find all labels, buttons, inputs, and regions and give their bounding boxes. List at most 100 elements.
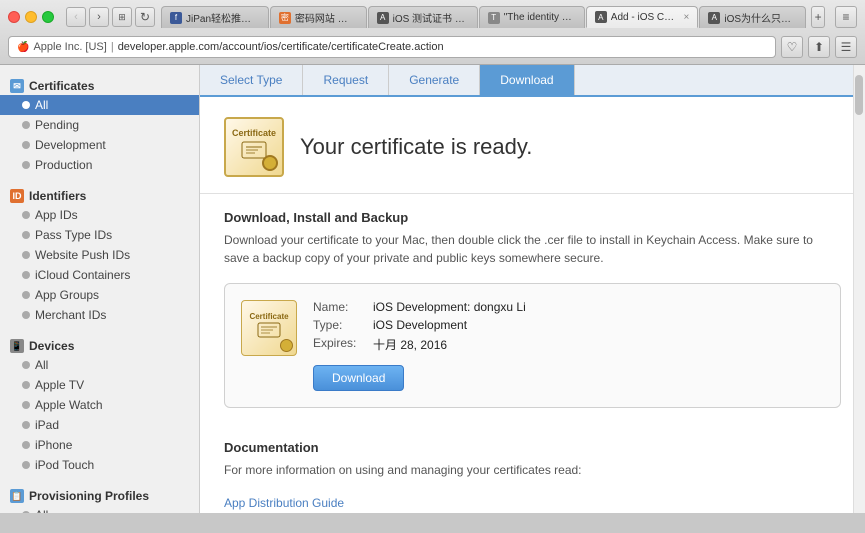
sidebar-dot	[22, 401, 30, 409]
cert-expires-row: Expires: 十月 28, 2016	[313, 336, 824, 353]
close-button[interactable]	[8, 11, 20, 23]
browser-chrome: ‹ › ⊞ ↻ f JiPan轻松推送[发卡售卖][Anr... 密 密码网站 …	[0, 0, 865, 65]
cert-ready-banner: Certificate Your certificate is ready.	[200, 97, 865, 194]
cert-ready-title: Your certificate is ready.	[300, 134, 532, 160]
sidebar-item-app-groups[interactable]: App Groups	[0, 285, 199, 305]
sidebar-item-app-ids[interactable]: App IDs	[0, 205, 199, 225]
cert-type-value: iOS Development	[373, 318, 467, 332]
main-content: ✉ Certificates All Pending Development P…	[0, 65, 865, 513]
sidebar-dot	[22, 141, 30, 149]
sidebar-section-profiles: 📋 Provisioning Profiles	[0, 483, 199, 505]
sidebar-toggle-button[interactable]: ☰	[835, 36, 857, 58]
content-area: Select Type Request Generate Download Ce…	[200, 65, 865, 513]
sidebar-item-ipad[interactable]: iPad	[0, 415, 199, 435]
fullscreen-button[interactable]	[42, 11, 54, 23]
address-prefix: Apple Inc. [US]	[33, 41, 106, 53]
sidebar-dot	[22, 421, 30, 429]
sidebar-item-app-ids-label: App IDs	[35, 208, 78, 222]
cert-details: Name: iOS Development: dongxu Li Type: i…	[313, 300, 824, 391]
new-tab-button[interactable]: +	[811, 6, 825, 28]
sidebar-dot	[22, 381, 30, 389]
doc-section-text: For more information on using and managi…	[224, 461, 841, 479]
sidebar-item-pass-type-ids-label: Pass Type IDs	[35, 228, 112, 242]
window-controls[interactable]: ≡	[835, 6, 857, 28]
sidebar-item-pending[interactable]: Pending	[0, 115, 199, 135]
sidebar-item-iphone[interactable]: iPhone	[0, 435, 199, 455]
sidebar-item-pending-label: Pending	[35, 118, 79, 132]
certificates-icon: ✉	[10, 79, 24, 93]
back-button[interactable]: ‹	[66, 7, 86, 27]
browser-tab-5[interactable]: A Add - iOS Certificates - Appl... ×	[586, 6, 699, 28]
download-section-title: Download, Install and Backup	[224, 210, 841, 225]
sidebar: ✉ Certificates All Pending Development P…	[0, 65, 200, 513]
sidebar-item-all-profiles-label: All	[35, 508, 48, 513]
browser-tab-1[interactable]: f JiPan轻松推送[发卡售卖][Anr...	[161, 6, 269, 28]
tab-favicon-2: 密	[279, 12, 291, 24]
sidebar-section-devices-label: Devices	[29, 339, 74, 353]
browser-tabs: f JiPan轻松推送[发卡售卖][Anr... 密 密码网站 — Lanev3…	[161, 6, 825, 28]
bookmark-button[interactable]: ♡	[781, 36, 803, 58]
identifiers-icon: ID	[10, 189, 24, 203]
step-tabs: Select Type Request Generate Download	[200, 65, 865, 97]
sidebar-item-merchant-ids[interactable]: Merchant IDs	[0, 305, 199, 325]
sidebar-item-ipad-label: iPad	[35, 418, 59, 432]
sidebar-item-pass-type-ids[interactable]: Pass Type IDs	[0, 225, 199, 245]
tab-favicon-5: A	[595, 11, 607, 23]
sidebar-dot	[22, 101, 30, 109]
nav-buttons: ‹ › ⊞ ↻	[66, 7, 155, 27]
step-tab-request[interactable]: Request	[303, 65, 389, 95]
sidebar-section-devices: 📱 Devices	[0, 333, 199, 355]
browser-tab-2[interactable]: 密 密码网站 — Lanev30.Com	[270, 6, 367, 28]
doc-link[interactable]: App Distribution Guide	[224, 496, 344, 510]
step-tab-download[interactable]: Download	[480, 65, 574, 95]
step-tab-download-label: Download	[500, 73, 553, 87]
sidebar-item-merchant-ids-label: Merchant IDs	[35, 308, 106, 322]
cert-icon-large: Certificate	[224, 117, 284, 177]
cert-expires-value: 十月 28, 2016	[373, 336, 447, 353]
refresh-button[interactable]: ↻	[135, 7, 155, 27]
step-tab-request-label: Request	[323, 73, 368, 87]
scroll-thumb[interactable]	[855, 75, 863, 115]
doc-section-title: Documentation	[224, 440, 841, 455]
sidebar-item-all-devices[interactable]: All	[0, 355, 199, 375]
sidebar-item-development[interactable]: Development	[0, 135, 199, 155]
browser-tab-3[interactable]: A iOS 测试证书 您可以注册几个...	[368, 6, 478, 28]
sidebar-item-apple-watch[interactable]: Apple Watch	[0, 395, 199, 415]
forward-button[interactable]: ›	[89, 7, 109, 27]
tab-favicon-6: A	[708, 12, 720, 24]
tab-close-5[interactable]: ×	[684, 12, 690, 23]
address-bar[interactable]: 🍎 Apple Inc. [US] | developer.apple.com/…	[8, 36, 776, 58]
browser-tab-6[interactable]: A iOS为什么只能创建一个测试...	[699, 6, 806, 28]
sidebar-item-apple-tv[interactable]: Apple TV	[0, 375, 199, 395]
tab-label-5: Add - iOS Certificates - Appl...	[611, 12, 678, 23]
step-tab-select-type[interactable]: Select Type	[200, 65, 303, 95]
profiles-icon: 📋	[10, 489, 24, 503]
sidebar-dot	[22, 511, 30, 513]
browser-tab-4[interactable]: T "The identity used to sign thi...	[479, 6, 585, 28]
address-text: developer.apple.com/account/ios/certific…	[118, 41, 444, 53]
tab-favicon-4: T	[488, 12, 500, 24]
sidebar-dot	[22, 251, 30, 259]
sidebar-item-ipod-touch[interactable]: iPod Touch	[0, 455, 199, 475]
traffic-lights	[8, 11, 54, 23]
step-tab-generate[interactable]: Generate	[389, 65, 480, 95]
sidebar-item-apple-tv-label: Apple TV	[35, 378, 84, 392]
sidebar-item-all-certs[interactable]: All	[0, 95, 199, 115]
tab-favicon-1: f	[170, 12, 182, 24]
sidebar-item-production[interactable]: Production	[0, 155, 199, 175]
cert-card: Certificate Name: iOS Development: don	[224, 283, 841, 408]
sidebar-item-icloud-containers[interactable]: iCloud Containers	[0, 265, 199, 285]
download-cert-button[interactable]: Download	[313, 365, 404, 391]
sidebar-section-profiles-label: Provisioning Profiles	[29, 489, 149, 503]
download-section-text: Download your certificate to your Mac, t…	[224, 231, 841, 267]
sidebar-item-website-push-ids[interactable]: Website Push IDs	[0, 245, 199, 265]
sidebar-item-all-profiles[interactable]: All	[0, 505, 199, 513]
minimize-button[interactable]	[25, 11, 37, 23]
cert-icon-small: Certificate	[241, 300, 297, 356]
sidebar-section-certificates: ✉ Certificates	[0, 73, 199, 95]
tabs-grid-button[interactable]: ⊞	[112, 7, 132, 27]
scroll-track[interactable]	[853, 65, 865, 513]
sidebar-dot	[22, 461, 30, 469]
share-button[interactable]: ⬆	[808, 36, 830, 58]
step-tab-select-type-label: Select Type	[220, 73, 282, 87]
